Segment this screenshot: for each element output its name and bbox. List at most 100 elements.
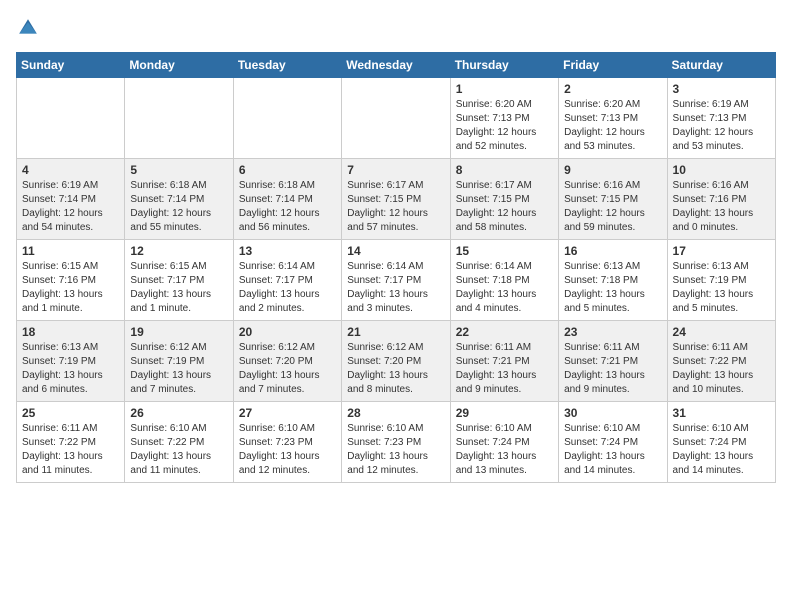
day-info: Sunrise: 6:11 AM Sunset: 7:22 PM Dayligh… <box>673 341 770 397</box>
calendar-day-cell: 1 Sunrise: 6:20 AM Sunset: 7:13 PM Daylig… <box>450 78 558 159</box>
calendar-day-cell: 13 Sunrise: 6:14 AM Sunset: 7:17 PM Dayli… <box>233 240 341 321</box>
day-info: Sunrise: 6:10 AM Sunset: 7:23 PM Dayligh… <box>347 422 444 478</box>
day-info: Sunrise: 6:10 AM Sunset: 7:24 PM Dayligh… <box>564 422 661 478</box>
day-number: 8 <box>456 163 553 177</box>
calendar-day-cell <box>17 78 125 159</box>
page-header <box>16 16 776 40</box>
calendar-week-row: 18 Sunrise: 6:13 AM Sunset: 7:19 PM Dayli… <box>17 321 776 402</box>
day-number: 7 <box>347 163 444 177</box>
calendar-day-cell: 16 Sunrise: 6:13 AM Sunset: 7:18 PM Dayli… <box>559 240 667 321</box>
calendar-day-cell: 18 Sunrise: 6:13 AM Sunset: 7:19 PM Dayli… <box>17 321 125 402</box>
day-info: Sunrise: 6:15 AM Sunset: 7:17 PM Dayligh… <box>130 260 227 316</box>
day-info: Sunrise: 6:13 AM Sunset: 7:18 PM Dayligh… <box>564 260 661 316</box>
calendar-day-cell: 9 Sunrise: 6:16 AM Sunset: 7:15 PM Daylig… <box>559 159 667 240</box>
day-info: Sunrise: 6:11 AM Sunset: 7:22 PM Dayligh… <box>22 422 119 478</box>
calendar-day-cell: 22 Sunrise: 6:11 AM Sunset: 7:21 PM Dayli… <box>450 321 558 402</box>
calendar-day-cell: 29 Sunrise: 6:10 AM Sunset: 7:24 PM Dayli… <box>450 402 558 483</box>
calendar-day-cell: 23Sunrise: 6:11 AM Sunset: 7:21 PM Dayli… <box>559 321 667 402</box>
day-number: 20 <box>239 325 336 339</box>
day-number: 22 <box>456 325 553 339</box>
calendar-day-cell: 24Sunrise: 6:11 AM Sunset: 7:22 PM Dayli… <box>667 321 775 402</box>
day-number: 6 <box>239 163 336 177</box>
day-number: 4 <box>22 163 119 177</box>
day-number: 3 <box>673 82 770 96</box>
day-info: Sunrise: 6:12 AM Sunset: 7:19 PM Dayligh… <box>130 341 227 397</box>
calendar-day-cell: 28 Sunrise: 6:10 AM Sunset: 7:23 PM Dayli… <box>342 402 450 483</box>
logo-icon <box>16 16 40 40</box>
calendar-day-cell: 17Sunrise: 6:13 AM Sunset: 7:19 PM Dayli… <box>667 240 775 321</box>
day-number: 18 <box>22 325 119 339</box>
calendar-day-cell: 12 Sunrise: 6:15 AM Sunset: 7:17 PM Dayli… <box>125 240 233 321</box>
day-number: 9 <box>564 163 661 177</box>
day-number: 5 <box>130 163 227 177</box>
day-info: Sunrise: 6:20 AM Sunset: 7:13 PM Dayligh… <box>564 98 661 154</box>
day-number: 2 <box>564 82 661 96</box>
calendar-week-row: 25 Sunrise: 6:11 AM Sunset: 7:22 PM Dayli… <box>17 402 776 483</box>
day-info: Sunrise: 6:19 AM Sunset: 7:13 PM Dayligh… <box>673 98 770 154</box>
day-of-week-header: Tuesday <box>233 53 341 78</box>
day-number: 1 <box>456 82 553 96</box>
day-number: 19 <box>130 325 227 339</box>
day-info: Sunrise: 6:15 AM Sunset: 7:16 PM Dayligh… <box>22 260 119 316</box>
day-of-week-header: Sunday <box>17 53 125 78</box>
day-info: Sunrise: 6:10 AM Sunset: 7:24 PM Dayligh… <box>456 422 553 478</box>
day-info: Sunrise: 6:14 AM Sunset: 7:17 PM Dayligh… <box>239 260 336 316</box>
day-number: 11 <box>22 244 119 258</box>
day-number: 25 <box>22 406 119 420</box>
calendar-week-row: 1 Sunrise: 6:20 AM Sunset: 7:13 PM Daylig… <box>17 78 776 159</box>
calendar-day-cell: 26 Sunrise: 6:10 AM Sunset: 7:22 PM Dayli… <box>125 402 233 483</box>
day-info: Sunrise: 6:20 AM Sunset: 7:13 PM Dayligh… <box>456 98 553 154</box>
day-of-week-header: Friday <box>559 53 667 78</box>
calendar-day-cell: 21Sunrise: 6:12 AM Sunset: 7:20 PM Dayli… <box>342 321 450 402</box>
day-info: Sunrise: 6:14 AM Sunset: 7:18 PM Dayligh… <box>456 260 553 316</box>
calendar-table: SundayMondayTuesdayWednesdayThursdayFrid… <box>16 52 776 483</box>
day-number: 14 <box>347 244 444 258</box>
calendar-day-cell: 5 Sunrise: 6:18 AM Sunset: 7:14 PM Daylig… <box>125 159 233 240</box>
calendar-week-row: 11 Sunrise: 6:15 AM Sunset: 7:16 PM Dayli… <box>17 240 776 321</box>
calendar-day-cell: 10 Sunrise: 6:16 AM Sunset: 7:16 PM Dayli… <box>667 159 775 240</box>
day-number: 17 <box>673 244 770 258</box>
day-of-week-header: Wednesday <box>342 53 450 78</box>
day-info: Sunrise: 6:18 AM Sunset: 7:14 PM Dayligh… <box>130 179 227 235</box>
day-info: Sunrise: 6:10 AM Sunset: 7:24 PM Dayligh… <box>673 422 770 478</box>
calendar-day-cell: 2 Sunrise: 6:20 AM Sunset: 7:13 PM Daylig… <box>559 78 667 159</box>
day-info: Sunrise: 6:13 AM Sunset: 7:19 PM Dayligh… <box>22 341 119 397</box>
logo <box>16 16 44 40</box>
calendar-day-cell: 31 Sunrise: 6:10 AM Sunset: 7:24 PM Dayli… <box>667 402 775 483</box>
day-number: 30 <box>564 406 661 420</box>
calendar-day-cell: 30 Sunrise: 6:10 AM Sunset: 7:24 PM Dayli… <box>559 402 667 483</box>
day-of-week-header: Monday <box>125 53 233 78</box>
day-info: Sunrise: 6:12 AM Sunset: 7:20 PM Dayligh… <box>239 341 336 397</box>
day-number: 13 <box>239 244 336 258</box>
day-number: 16 <box>564 244 661 258</box>
day-info: Sunrise: 6:17 AM Sunset: 7:15 PM Dayligh… <box>456 179 553 235</box>
calendar-day-cell <box>342 78 450 159</box>
calendar-day-cell <box>233 78 341 159</box>
calendar-day-cell: 20 Sunrise: 6:12 AM Sunset: 7:20 PM Dayli… <box>233 321 341 402</box>
day-of-week-header: Saturday <box>667 53 775 78</box>
day-info: Sunrise: 6:14 AM Sunset: 7:17 PM Dayligh… <box>347 260 444 316</box>
day-info: Sunrise: 6:10 AM Sunset: 7:23 PM Dayligh… <box>239 422 336 478</box>
day-info: Sunrise: 6:18 AM Sunset: 7:14 PM Dayligh… <box>239 179 336 235</box>
calendar-day-cell: 8 Sunrise: 6:17 AM Sunset: 7:15 PM Daylig… <box>450 159 558 240</box>
day-number: 31 <box>673 406 770 420</box>
calendar-header-row: SundayMondayTuesdayWednesdayThursdayFrid… <box>17 53 776 78</box>
day-number: 29 <box>456 406 553 420</box>
day-info: Sunrise: 6:11 AM Sunset: 7:21 PM Dayligh… <box>456 341 553 397</box>
calendar-day-cell <box>125 78 233 159</box>
calendar-day-cell: 19 Sunrise: 6:12 AM Sunset: 7:19 PM Dayli… <box>125 321 233 402</box>
day-info: Sunrise: 6:16 AM Sunset: 7:16 PM Dayligh… <box>673 179 770 235</box>
day-info: Sunrise: 6:17 AM Sunset: 7:15 PM Dayligh… <box>347 179 444 235</box>
day-number: 10 <box>673 163 770 177</box>
day-number: 26 <box>130 406 227 420</box>
day-number: 21 <box>347 325 444 339</box>
day-number: 12 <box>130 244 227 258</box>
day-info: Sunrise: 6:10 AM Sunset: 7:22 PM Dayligh… <box>130 422 227 478</box>
day-info: Sunrise: 6:19 AM Sunset: 7:14 PM Dayligh… <box>22 179 119 235</box>
day-of-week-header: Thursday <box>450 53 558 78</box>
calendar-day-cell: 11 Sunrise: 6:15 AM Sunset: 7:16 PM Dayli… <box>17 240 125 321</box>
calendar-week-row: 4 Sunrise: 6:19 AM Sunset: 7:14 PM Daylig… <box>17 159 776 240</box>
day-number: 28 <box>347 406 444 420</box>
calendar-day-cell: 4 Sunrise: 6:19 AM Sunset: 7:14 PM Daylig… <box>17 159 125 240</box>
day-info: Sunrise: 6:16 AM Sunset: 7:15 PM Dayligh… <box>564 179 661 235</box>
